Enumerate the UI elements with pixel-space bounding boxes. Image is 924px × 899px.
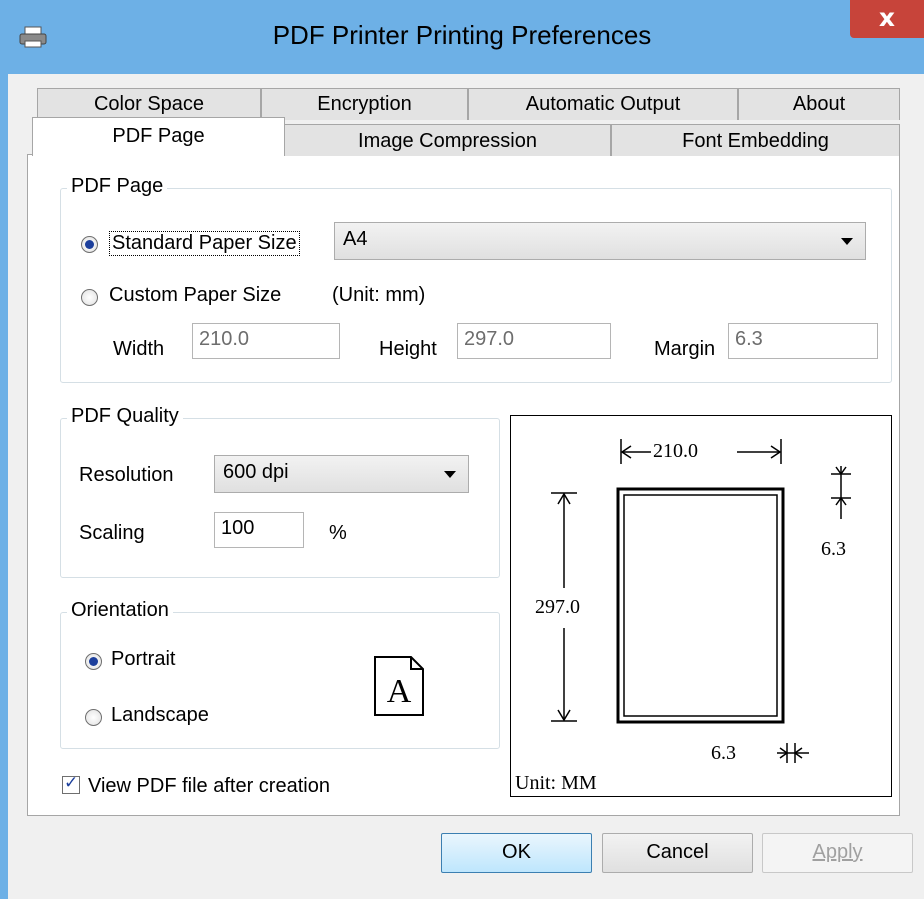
orientation-group: Orientation Portrait Landscape A xyxy=(60,599,500,749)
apply-button[interactable]: Apply xyxy=(762,833,913,873)
close-icon: x xyxy=(878,3,896,32)
custom-paper-size-radio[interactable] xyxy=(81,289,98,306)
orientation-group-legend: Orientation xyxy=(67,599,173,622)
pdf-page-group: PDF Page Standard Paper Size A4 Custom P… xyxy=(60,175,892,383)
preview-top-margin-label: 6.3 xyxy=(821,538,846,560)
view-pdf-checkbox[interactable]: ✓ xyxy=(62,773,80,794)
paper-size-value: A4 xyxy=(343,228,368,250)
preview-width-label: 210.0 xyxy=(653,440,698,462)
custom-paper-size-label[interactable]: Custom Paper Size xyxy=(109,284,281,307)
pdf-page-group-legend: PDF Page xyxy=(67,175,168,198)
width-field[interactable]: 210.0 xyxy=(192,323,340,359)
pdf-quality-group-legend: PDF Quality xyxy=(67,405,183,428)
standard-paper-size-radio[interactable] xyxy=(81,236,98,253)
portrait-radio[interactable] xyxy=(85,653,102,670)
height-label: Height xyxy=(379,338,437,360)
chevron-down-icon xyxy=(841,238,853,245)
portrait-label[interactable]: Portrait xyxy=(111,648,175,671)
margin-label: Margin xyxy=(654,338,716,360)
tab-font-embedding[interactable]: Font Embedding xyxy=(611,124,900,156)
preview-bottom-margin-label: 6.3 xyxy=(711,742,736,764)
tab-about[interactable]: About xyxy=(738,88,900,120)
resolution-label: Resolution xyxy=(79,464,174,486)
title-bar[interactable]: PDF Printer Printing Preferences x xyxy=(0,0,924,74)
unit-note: (Unit: mm) xyxy=(332,284,426,306)
resolution-dropdown[interactable]: 600 dpi xyxy=(214,455,469,493)
standard-paper-size-label[interactable]: Standard Paper Size xyxy=(109,231,300,256)
paper-preview: 210.0 297.0 6.3 6.3 Unit: MM xyxy=(510,415,892,797)
landscape-radio[interactable] xyxy=(85,709,102,726)
pdf-quality-group: PDF Quality Resolution 600 dpi Scaling 1… xyxy=(60,405,500,578)
preview-unit-label: Unit: MM xyxy=(515,772,597,794)
width-label: Width xyxy=(113,338,165,360)
tab-color-space[interactable]: Color Space xyxy=(37,88,261,120)
landscape-label[interactable]: Landscape xyxy=(111,704,209,727)
margin-field[interactable]: 6.3 xyxy=(728,323,878,359)
close-button[interactable]: x xyxy=(850,0,924,38)
tab-pdf-page[interactable]: PDF Page xyxy=(32,117,285,156)
scaling-label: Scaling xyxy=(79,522,145,544)
chevron-down-icon xyxy=(444,471,456,478)
orientation-preview-icon: A xyxy=(373,655,425,717)
ok-button[interactable]: OK xyxy=(441,833,592,873)
window-title: PDF Printer Printing Preferences xyxy=(272,20,652,50)
scaling-field[interactable]: 100 xyxy=(214,512,304,548)
resolution-value: 600 dpi xyxy=(223,461,289,483)
checkmark-icon: ✓ xyxy=(64,773,79,793)
dialog-window: PDF Printer Printing Preferences x Color… xyxy=(0,0,924,899)
paper-size-dropdown[interactable]: A4 xyxy=(334,222,866,260)
height-field[interactable]: 297.0 xyxy=(457,323,611,359)
scaling-unit: % xyxy=(329,522,347,544)
orientation-preview-letter: A xyxy=(386,673,412,710)
preview-height-label: 297.0 xyxy=(535,596,580,618)
tab-encryption[interactable]: Encryption xyxy=(261,88,468,120)
tab-image-compression[interactable]: Image Compression xyxy=(284,124,611,156)
cancel-button[interactable]: Cancel xyxy=(602,833,753,873)
tab-automatic-output[interactable]: Automatic Output xyxy=(468,88,738,120)
view-pdf-label[interactable]: View PDF file after creation xyxy=(88,775,330,798)
